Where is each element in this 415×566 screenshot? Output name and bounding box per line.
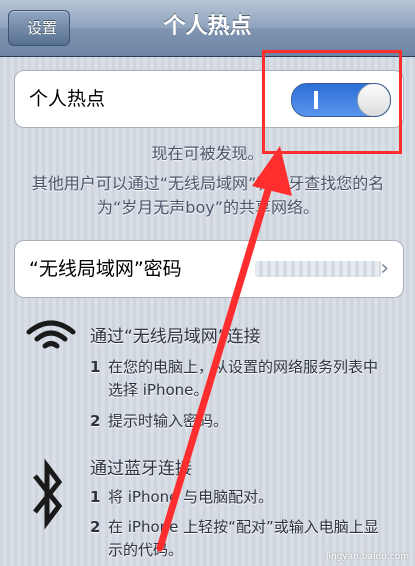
annotation-arrow: [156, 146, 292, 552]
back-button-label: 设置: [26, 19, 57, 37]
watermark: jingyan.baidu.com: [325, 552, 409, 562]
